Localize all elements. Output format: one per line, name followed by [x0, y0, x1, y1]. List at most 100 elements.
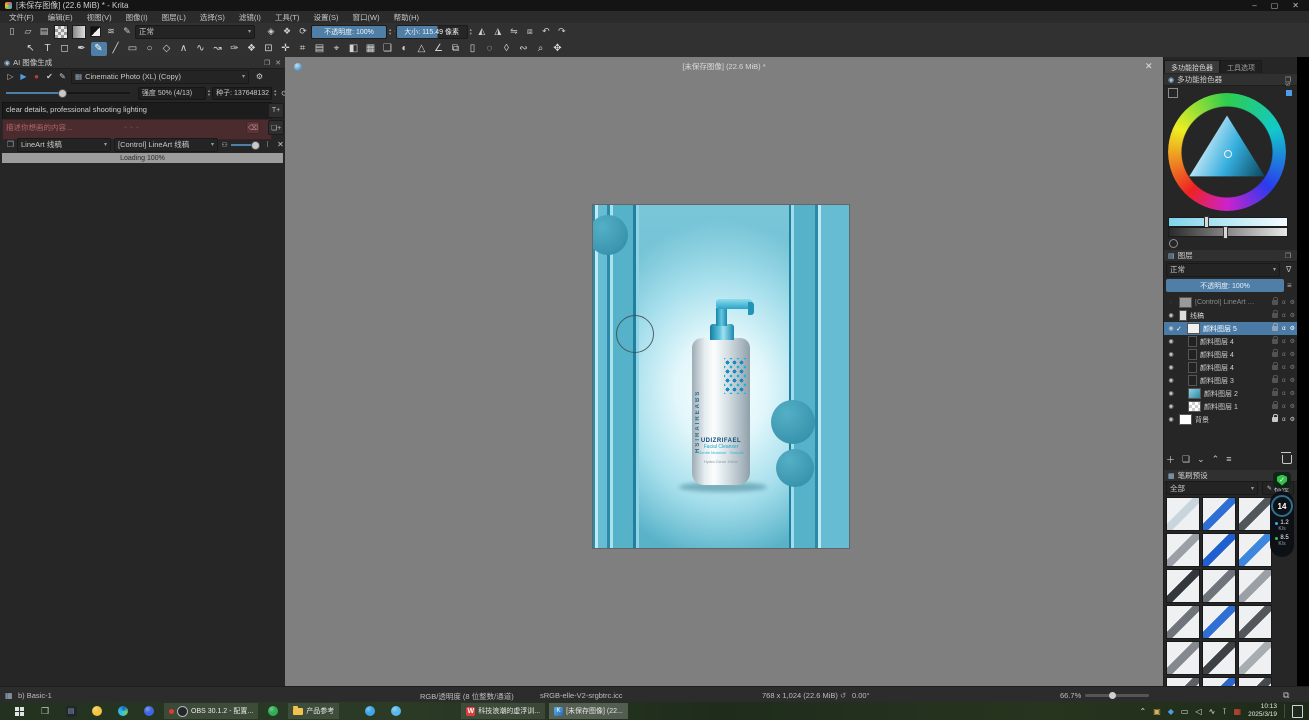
brush-preset-tile-9[interactable]: [1166, 605, 1200, 639]
folder-task-button[interactable]: 产品参考: [288, 703, 339, 719]
bezier-curve-tool[interactable]: ∿: [193, 42, 209, 56]
notification-center-icon[interactable]: [1292, 705, 1303, 718]
seed-spinner[interactable]: ▴▾: [274, 89, 276, 97]
layer-visibility-icon[interactable]: ◉: [1166, 377, 1176, 384]
layer-settings-icon[interactable]: ⚙: [1290, 364, 1295, 371]
layer-visibility-icon[interactable]: ◉: [1166, 416, 1176, 423]
app-skyblue-icon[interactable]: [357, 706, 383, 716]
menu-item-9[interactable]: 窗口(W): [348, 12, 385, 23]
docker-tab-1[interactable]: 工具选项: [1220, 60, 1262, 73]
layer-row-3[interactable]: ◉颜料图层 4α⚙: [1164, 335, 1298, 348]
layer-opacity-slider[interactable]: 不透明度: 100%: [1166, 279, 1284, 292]
layer-filter-icon[interactable]: ∇: [1286, 265, 1291, 274]
generate-button[interactable]: ▶: [17, 72, 30, 81]
brush-preset-tile-15[interactable]: [1166, 677, 1200, 686]
strength-slider[interactable]: [6, 92, 130, 94]
taskview-icon[interactable]: ❒: [32, 706, 58, 717]
brush-preset-tile-2[interactable]: [1238, 497, 1272, 531]
layer-visibility-icon[interactable]: ◉: [1166, 325, 1176, 332]
resize-grip[interactable]: ⌃⌃⌃: [123, 126, 141, 133]
menu-item-4[interactable]: 图层(L): [157, 12, 191, 23]
polygon-tool[interactable]: ◇: [159, 42, 175, 56]
docker-lock-icon[interactable]: ⊘: [1285, 80, 1291, 88]
size-spinner[interactable]: ▴▾: [470, 28, 472, 36]
play-menu-button[interactable]: ▷: [4, 72, 17, 81]
tray-shield-icon[interactable]: ◆: [1168, 707, 1174, 716]
layer-visibility-icon[interactable]: ◉: [1166, 364, 1176, 371]
delete-layer-button[interactable]: [1282, 455, 1292, 464]
pattern-chooser-chip[interactable]: [54, 25, 68, 39]
close-docker-icon[interactable]: ✕: [275, 59, 281, 67]
float-docker-icon[interactable]: ❐: [264, 59, 270, 67]
docker-tab-0[interactable]: 多功能拾色器: [1164, 60, 1220, 73]
layer-row-6[interactable]: ◉颜料图层 3α⚙: [1164, 374, 1298, 387]
control-menu-icon[interactable]: ⁝: [261, 140, 274, 149]
inherit-alpha-icon[interactable]: α: [1282, 378, 1285, 384]
float-layers-docker-icon[interactable]: ❐: [1285, 252, 1291, 260]
taskbar-clock[interactable]: 10:13 2025/3/19: [1248, 703, 1277, 719]
ellipse-select-tool[interactable]: ◌: [482, 42, 498, 56]
brush-preset-tile-10[interactable]: [1202, 605, 1236, 639]
brush-preset-tile-3[interactable]: [1166, 533, 1200, 567]
rect-select-tool[interactable]: ▯: [465, 42, 481, 56]
assistants-tool[interactable]: △: [414, 42, 430, 56]
layer-row-4[interactable]: ◉颜料图层 4α⚙: [1164, 348, 1298, 361]
layer-lock-icon[interactable]: [1272, 326, 1278, 331]
layer-properties-button[interactable]: ≡: [1226, 454, 1231, 464]
wps-task-button[interactable]: W科技浪潮的虚浮训...: [461, 703, 545, 719]
pan-tool[interactable]: ✥: [550, 42, 566, 56]
freehand-brush-tool[interactable]: ✎: [91, 42, 107, 56]
network-monitor-widget[interactable]: 14 1.2 K/s 8.5 K/s: [1270, 491, 1294, 557]
undo-icon[interactable]: ↶: [539, 26, 553, 37]
record-button[interactable]: ●: [30, 72, 43, 81]
layer-visibility-icon[interactable]: ◉: [1166, 403, 1176, 410]
layer-row-2[interactable]: ◉✓颜料图层 5α⚙: [1164, 322, 1298, 335]
subwindow-close-icon[interactable]: ✕: [1145, 61, 1153, 72]
layer-lock-icon[interactable]: [1272, 378, 1278, 383]
menu-item-3[interactable]: 图像(I): [121, 12, 153, 23]
krita-task-button[interactable]: K[未保存图像] (22...: [549, 703, 628, 719]
layer-lock-icon[interactable]: [1272, 339, 1278, 344]
calligraphy-tool[interactable]: ✒: [74, 42, 90, 56]
add-text-button[interactable]: T+: [268, 103, 284, 118]
color-history-dot[interactable]: [1169, 239, 1178, 248]
layer-settings-icon[interactable]: ⚙: [1290, 416, 1295, 423]
layer-visibility-icon[interactable]: ◉: [1166, 351, 1176, 358]
fg-bg-color-chip[interactable]: [90, 26, 101, 37]
menu-item-0[interactable]: 文件(F): [4, 12, 39, 23]
tray-red-icon[interactable]: ▦: [1234, 707, 1242, 716]
edit-shapes-tool[interactable]: ◻: [57, 42, 73, 56]
pattern-icon[interactable]: ⧈: [523, 26, 537, 37]
brush-preset-tile-4[interactable]: [1202, 533, 1236, 567]
color-settings-icon[interactable]: [1168, 88, 1178, 98]
duplicate-layer-button[interactable]: ❏: [1182, 454, 1190, 465]
freehand-path-tool[interactable]: ↝: [210, 42, 226, 56]
layer-row-0[interactable]: ◌[Control] LineArt …α⚙: [1164, 296, 1298, 309]
layer-settings-icon[interactable]: ⚙: [1290, 325, 1295, 332]
chat-icon[interactable]: [383, 706, 409, 716]
obs-task-button[interactable]: OBS 30.1.2 - 配置...: [164, 703, 258, 719]
colorize-mask-tool[interactable]: ◐: [397, 42, 413, 56]
crop-tool[interactable]: ⌗: [295, 42, 311, 56]
save-icon[interactable]: ▤: [37, 26, 51, 37]
brush-preset-tile-0[interactable]: [1166, 497, 1200, 531]
zoom-slider[interactable]: [1085, 694, 1149, 697]
layer-settings-icon[interactable]: ⚙: [1290, 377, 1295, 384]
layer-row-7[interactable]: ◉颜料图层 2α⚙: [1164, 387, 1298, 400]
control-model-dropdown[interactable]: [Control] LineArt 线稿: [114, 138, 218, 152]
layer-row-9[interactable]: ◉背景α⚙: [1164, 413, 1298, 426]
apply-button[interactable]: ✔: [43, 72, 56, 81]
select-shapes-tool[interactable]: ↖: [23, 42, 39, 56]
color-sampler-tool[interactable]: ⌖: [329, 42, 345, 56]
menu-item-7[interactable]: 工具(T): [270, 12, 305, 23]
control-strength-slider[interactable]: [231, 144, 261, 146]
inherit-alpha-icon[interactable]: α: [1282, 300, 1285, 306]
layer-settings-icon[interactable]: ⚙: [1290, 299, 1295, 306]
brush-editor-icon[interactable]: ✎: [120, 26, 134, 37]
maximize-button[interactable]: ▢: [1271, 1, 1279, 10]
tray-image-icon[interactable]: ▣: [1153, 707, 1161, 716]
transform-tool[interactable]: ⊡: [261, 42, 277, 56]
menu-item-6[interactable]: 滤镜(I): [234, 12, 266, 23]
menu-item-2[interactable]: 视图(V): [82, 12, 117, 23]
ai-settings-icon[interactable]: ⚙: [253, 72, 266, 81]
